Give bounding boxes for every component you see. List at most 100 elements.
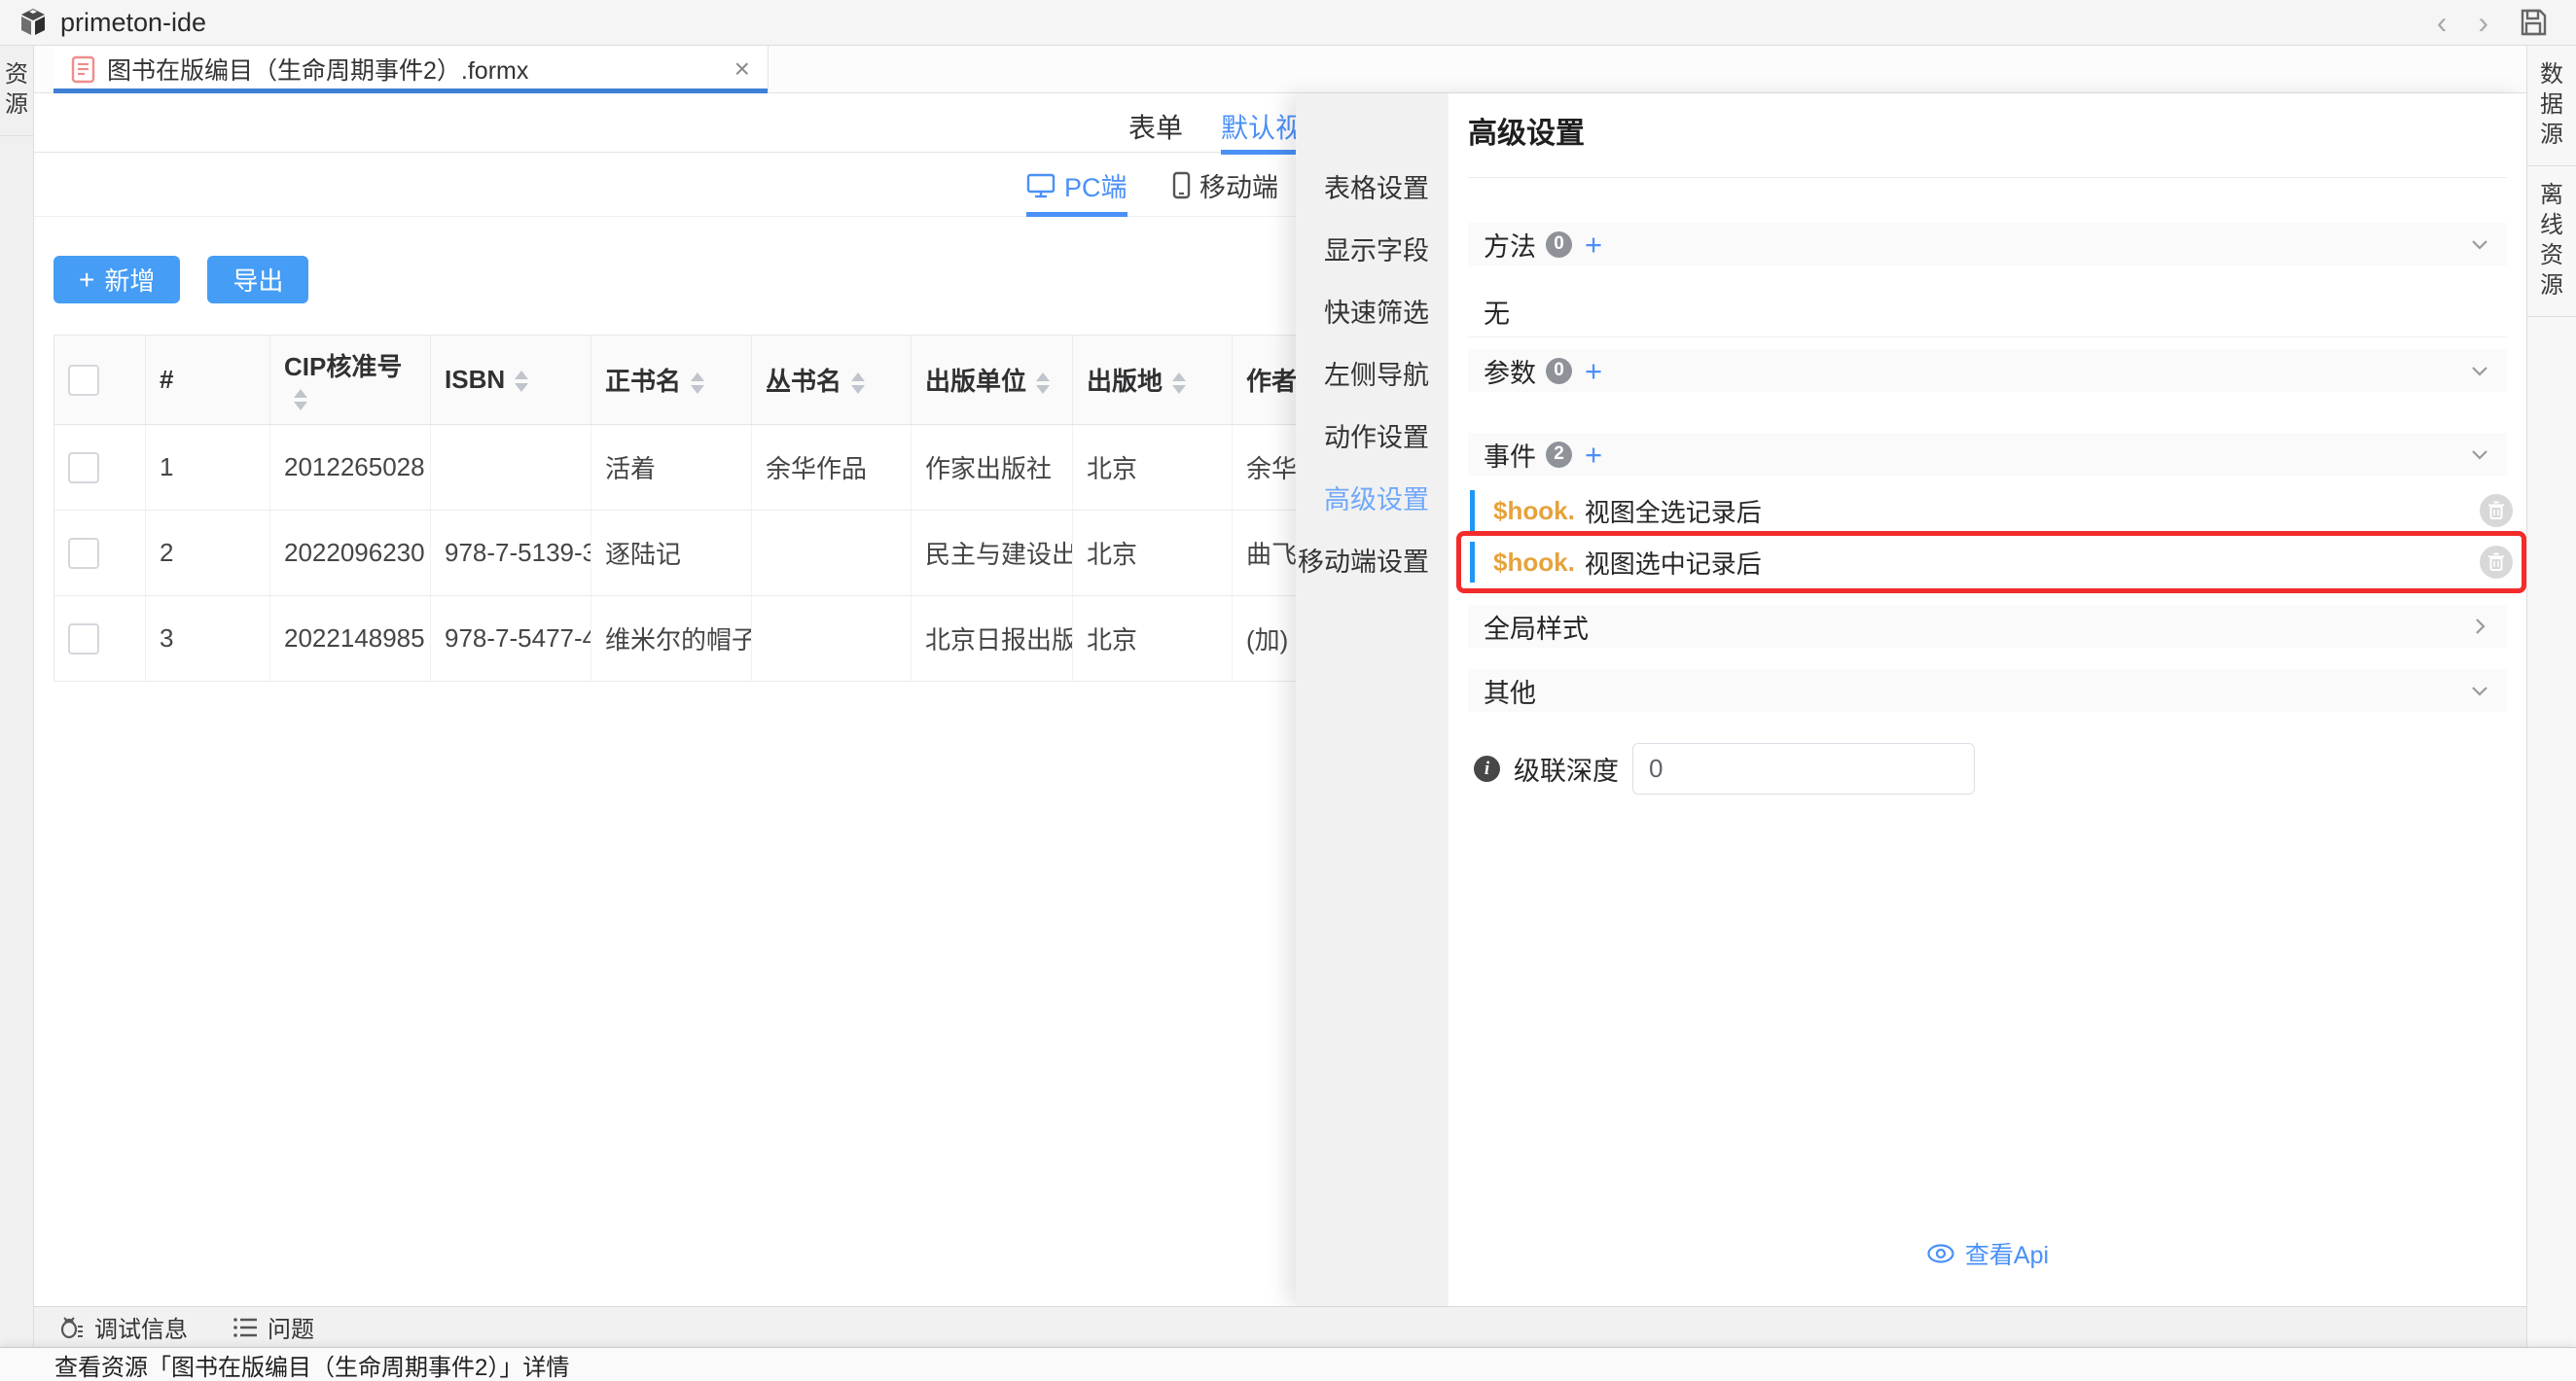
rail-item-label: 数据源 <box>2539 59 2563 150</box>
menu-item-advanced-settings[interactable]: 高级设置 <box>1296 469 1449 531</box>
chevron-right-icon[interactable] <box>2468 615 2491 638</box>
cell-index: 1 <box>146 425 270 511</box>
chevron-down-icon[interactable] <box>2468 443 2491 466</box>
debug-info-button[interactable]: 调试信息 <box>57 1310 188 1344</box>
hook-label: 视图全选记录后 <box>1585 493 1762 529</box>
header-cip[interactable]: CIP核准号 <box>270 336 431 425</box>
export-button-label: 导出 <box>233 262 283 298</box>
section-events[interactable]: 事件 2 + <box>1468 433 2507 476</box>
menu-item-mobile-settings[interactable]: 移动端设置 <box>1296 531 1449 593</box>
event-hook-select-all[interactable]: $hook. 视图全选记录后 <box>1468 487 2507 534</box>
section-params[interactable]: 参数 0 + <box>1468 349 2507 392</box>
header-place[interactable]: 出版地 <box>1073 336 1233 425</box>
delete-icon[interactable] <box>2480 494 2513 527</box>
editor-tab-label: 图书在版编目（生命周期事件2）.formx <box>107 52 528 87</box>
select-all-checkbox[interactable] <box>68 365 99 396</box>
add-method-icon[interactable]: + <box>1585 230 1602 260</box>
cell-index: 3 <box>146 596 270 682</box>
section-label: 方法 <box>1484 226 1536 264</box>
tab-mobile[interactable]: 移动端 <box>1172 153 1278 217</box>
header-index[interactable]: # <box>146 336 270 425</box>
pane-title: 高级设置 <box>1468 109 2507 154</box>
hook-prefix: $hook. <box>1493 548 1575 578</box>
monitor-icon <box>1026 172 1055 198</box>
rail-item-offline-resources[interactable]: 离线资源 <box>2527 166 2576 317</box>
section-methods[interactable]: 方法 0 + <box>1468 223 2507 266</box>
add-param-icon[interactable]: + <box>1585 356 1602 386</box>
add-button[interactable]: + 新增 <box>54 256 180 303</box>
plus-icon: + <box>79 266 94 294</box>
view-api-link[interactable]: 查看Api <box>1926 1236 2049 1271</box>
nav-forward-icon[interactable]: › <box>2474 7 2492 38</box>
cell-place: 北京 <box>1073 511 1233 596</box>
menu-item-action-settings[interactable]: 动作设置 <box>1296 407 1449 469</box>
sort-icon[interactable] <box>1172 372 1186 394</box>
tab-close-icon[interactable]: × <box>734 55 750 83</box>
rail-item-label: 资源 <box>4 59 28 120</box>
status-text: 查看资源「图书在版编目（生命周期事件2）」详情 <box>54 1348 569 1381</box>
table-row[interactable]: 2 2022096230 978-7-5139-38 逐陆记 民主与建设出版社 … <box>54 511 1427 596</box>
menu-item-quick-filter[interactable]: 快速筛选 <box>1296 282 1449 344</box>
sort-icon[interactable] <box>294 389 307 410</box>
row-checkbox[interactable] <box>68 452 99 483</box>
tab-form[interactable]: 表单 <box>1128 107 1183 146</box>
table-row[interactable]: 3 2022148985 978-7-5477-43 维米尔的帽子 北京日报出版… <box>54 596 1427 682</box>
save-icon[interactable] <box>2516 5 2551 40</box>
menu-item-display-fields[interactable]: 显示字段 <box>1296 220 1449 282</box>
cell-cip: 2022096230 <box>270 511 431 596</box>
section-other[interactable]: 其他 <box>1468 669 2507 712</box>
count-badge: 2 <box>1546 442 1572 468</box>
data-table: # CIP核准号 ISBN 正书名 丛书名 出版单位 出版地 作者 1 2012… <box>54 335 1427 682</box>
header-isbn[interactable]: ISBN <box>431 336 591 425</box>
menu-item-table-settings[interactable]: 表格设置 <box>1296 158 1449 220</box>
cell-publisher: 民主与建设出版社 <box>912 511 1073 596</box>
cell-title: 逐陆记 <box>591 511 752 596</box>
count-badge: 0 <box>1546 358 1572 384</box>
row-checkbox[interactable] <box>68 623 99 655</box>
problems-button[interactable]: 问题 <box>233 1310 314 1344</box>
app-logo-icon <box>18 7 49 38</box>
row-checkbox[interactable] <box>68 538 99 569</box>
section-label: 全局样式 <box>1484 608 1589 646</box>
header-label: 作者 <box>1246 367 1297 396</box>
sort-icon[interactable] <box>515 371 528 392</box>
editor-tab-active[interactable]: 图书在版编目（生命周期事件2）.formx × <box>54 46 769 92</box>
header-title[interactable]: 正书名 <box>591 336 752 425</box>
cell-cip: 2012265028 <box>270 425 431 511</box>
add-event-icon[interactable]: + <box>1585 440 1602 470</box>
cell-series <box>752 596 912 682</box>
menu-item-left-nav[interactable]: 左侧导航 <box>1296 344 1449 407</box>
table-row[interactable]: 1 2012265028 活着 余华作品 作家出版社 北京 余华， <box>54 425 1427 511</box>
right-rail: 数据源 离线资源 <box>2526 46 2576 1347</box>
rail-item-resources[interactable]: 资源 <box>0 46 33 136</box>
cascade-depth-input[interactable] <box>1632 743 1975 795</box>
header-checkbox-cell <box>54 336 146 425</box>
header-publisher[interactable]: 出版单位 <box>912 336 1073 425</box>
problems-label: 问题 <box>268 1310 314 1344</box>
divider <box>1468 336 2507 337</box>
app-title: primeton-ide <box>60 8 206 38</box>
sort-icon[interactable] <box>851 372 865 394</box>
formx-file-icon <box>71 55 95 84</box>
eye-icon <box>1926 1243 1955 1264</box>
cascade-depth-row: i 级联深度 <box>1468 743 2507 795</box>
section-label: 其他 <box>1484 672 1536 710</box>
header-series[interactable]: 丛书名 <box>752 336 912 425</box>
sort-icon[interactable] <box>691 372 704 394</box>
chevron-down-icon[interactable] <box>2468 359 2491 382</box>
section-label: 参数 <box>1484 352 1536 390</box>
export-button[interactable]: 导出 <box>207 256 308 303</box>
delete-icon[interactable] <box>2480 546 2513 579</box>
nav-back-icon[interactable]: ‹ <box>2433 7 2451 38</box>
title-bar: primeton-ide ‹ › <box>0 0 2576 46</box>
header-label: 丛书名 <box>766 367 841 396</box>
rail-item-datasource[interactable]: 数据源 <box>2527 46 2576 166</box>
section-global-style[interactable]: 全局样式 <box>1468 605 2507 648</box>
chevron-down-icon[interactable] <box>2468 679 2491 702</box>
header-label: 出版地 <box>1087 367 1163 396</box>
tab-pc[interactable]: PC端 <box>1026 153 1127 217</box>
sort-icon[interactable] <box>1036 372 1050 394</box>
chevron-down-icon[interactable] <box>2468 232 2491 256</box>
cell-title: 维米尔的帽子 <box>591 596 752 682</box>
event-hook-select-record[interactable]: $hook. 视图选中记录后 <box>1468 539 2507 585</box>
